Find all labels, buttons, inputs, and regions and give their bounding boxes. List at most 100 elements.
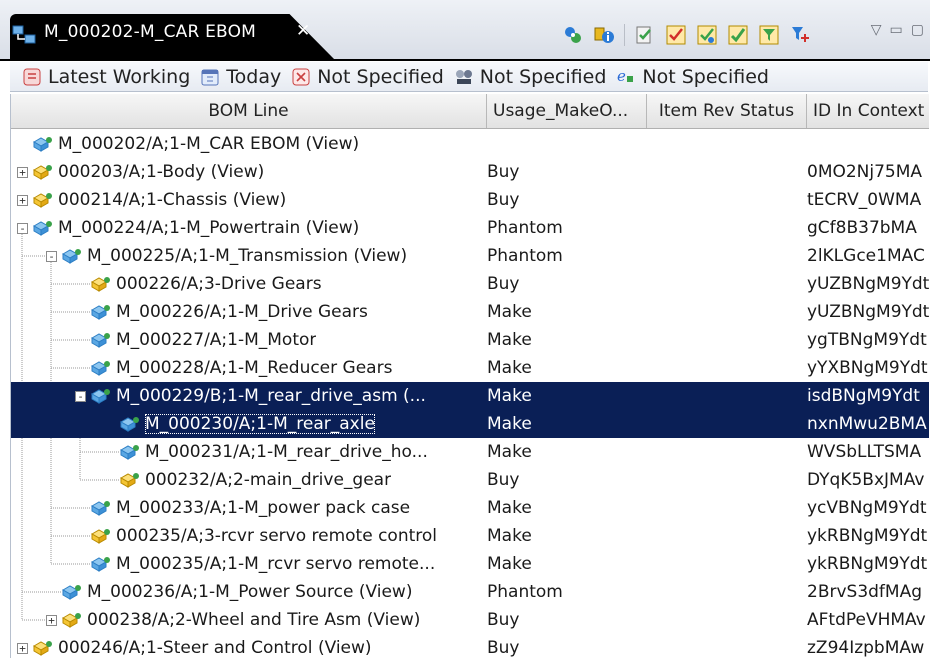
paste-icon[interactable] — [632, 22, 658, 48]
tree-filter-icon[interactable] — [787, 22, 813, 48]
id-in-context-cell: gCf8B37bMA — [807, 218, 917, 238]
approve-icon[interactable] — [694, 22, 720, 48]
bom-line-label: M_000230/A;1-M_rear_axle — [145, 414, 375, 434]
editor-tab-strip: M_000202-M_CAR EBOM ✕ ▽ ▭ ▢ — [0, 0, 930, 61]
usage-cell: Make — [487, 442, 532, 462]
id-in-context-cell: AFtdPeVHMAv — [807, 610, 926, 630]
table-row[interactable]: M_000227/A;1-M_Motor Make ygTBNgM9Ydt — [11, 326, 929, 354]
assembly-icon — [90, 386, 112, 406]
bom-line-cell: 000226/A;3-Drive Gears — [75, 270, 322, 298]
table-row[interactable]: M_000202/A;1-M_CAR EBOM (View) — [11, 130, 929, 158]
context-rule[interactable]: e Not Specified — [616, 66, 769, 88]
assembly-icon — [32, 218, 54, 238]
assembly-icon — [90, 358, 112, 378]
column-header-bom-line[interactable]: BOM Line — [11, 94, 487, 128]
table-row[interactable]: +000203/A;1-Body (View) Buy 0MO2Nj75MA — [11, 158, 929, 186]
id-in-context-cell: 0MO2Nj75MA — [807, 162, 923, 182]
unit-effectivity-label: Not Specified — [317, 65, 444, 88]
table-row[interactable]: 000226/A;3-Drive Gears Buy yUZBNgM9Ydt — [11, 270, 929, 298]
table-row[interactable]: M_000230/A;1-M_rear_axle Make nxnMwu2BMA — [11, 410, 929, 438]
bom-line-label: M_000227/A;1-M_Motor — [116, 330, 317, 350]
bom-table[interactable]: BOM Line Usage_MakeO... Item Rev Status … — [10, 94, 929, 658]
bom-line-cell: M_000226/A;1-M_Drive Gears — [75, 298, 368, 326]
bom-line-label: 000235/A;3-rcvr servo remote control — [116, 526, 438, 546]
table-row[interactable]: M_000231/A;1-M_rear_drive_ho... Make WVSbL… — [11, 438, 929, 466]
bom-line-cell: M_000236/A;1-M_Power Source (View) — [46, 578, 412, 606]
bom-line-label: M_000225/A;1-M_Transmission (View) — [87, 246, 408, 266]
info-icon[interactable] — [591, 22, 617, 48]
table-row[interactable]: - M_000224/A;1-M_Powertrain (View) Phantom… — [11, 214, 929, 242]
filter-icon[interactable] — [756, 22, 782, 48]
collapse-icon[interactable]: - — [46, 250, 57, 262]
unit-icon — [292, 68, 310, 85]
maximize-icon[interactable]: ▢ — [911, 22, 924, 38]
bom-line-label: 000226/A;3-Drive Gears — [116, 274, 322, 294]
bom-line-cell: - M_000229/B;1-M_rear_drive_asm (... — [75, 382, 426, 410]
date-icon — [201, 69, 219, 85]
bom-line-cell: 000235/A;3-rcvr servo remote control — [75, 522, 437, 550]
window-controls: ▽ ▭ ▢ — [871, 22, 924, 38]
bom-line-label: M_000236/A;1-M_Power Source (View) — [87, 582, 413, 602]
table-row[interactable]: - M_000229/B;1-M_rear_drive_asm (... Make i… — [11, 382, 929, 410]
tab-title: M_000202-M_CAR EBOM — [44, 22, 257, 42]
table-row[interactable]: +000246/A;1-Steer and Control (View) Buy z… — [11, 634, 929, 658]
usage-cell — [487, 130, 697, 158]
item-revision-icon — [32, 190, 54, 210]
table-row[interactable]: +000214/A;1-Chassis (View) Buy tECRV_0WMA — [11, 186, 929, 214]
assembly-icon — [90, 498, 112, 518]
usage-cell: Make — [487, 330, 532, 350]
column-header-id-in-context[interactable]: ID In Context — [807, 94, 929, 128]
table-row[interactable]: +000238/A;2-Wheel and Tire Asm (View) Buy… — [11, 606, 929, 634]
table-row[interactable]: M_000226/A;1-M_Drive Gears Make yUZBNgM9Yd… — [11, 298, 929, 326]
rule-icon — [23, 68, 41, 85]
collapse-icon[interactable]: - — [17, 222, 28, 234]
bom-line-cell: +000246/A;1-Steer and Control (View) — [17, 634, 372, 658]
usage-cell: Buy — [487, 610, 520, 630]
table-row[interactable]: M_000236/A;1-M_Power Source (View) Phanto… — [11, 578, 929, 606]
expand-icon[interactable]: + — [17, 166, 28, 178]
table-row[interactable]: M_000228/A;1-M_Reducer Gears Make yYXBNgM9… — [11, 354, 929, 382]
usage-cell: Make — [487, 526, 532, 546]
expand-icon[interactable]: + — [17, 642, 28, 654]
table-row[interactable]: 000235/A;3-rcvr servo remote control Make… — [11, 522, 929, 550]
variant-rule[interactable]: Not Specified — [454, 66, 606, 88]
variant-icon — [455, 69, 472, 84]
table-row[interactable]: - M_000225/A;1-M_Transmission (View) Phant… — [11, 242, 929, 270]
unit-effectivity[interactable]: Not Specified — [291, 66, 444, 88]
bom-rows: M_000202/A;1-M_CAR EBOM (View) +000203/A;… — [11, 130, 929, 658]
expand-icon[interactable]: + — [17, 194, 28, 206]
collapse-icon[interactable]: - — [75, 390, 86, 402]
column-header-usage[interactable]: Usage_MakeO... — [487, 94, 647, 128]
close-icon[interactable]: ✕ — [296, 21, 310, 41]
view-toolbar — [560, 22, 813, 48]
expand-icon[interactable]: + — [46, 614, 57, 626]
table-row[interactable]: M_000233/A;1-M_power pack case Make ycVBNg… — [11, 494, 929, 522]
view-menu-icon[interactable]: ▽ — [871, 22, 882, 38]
bom-line-label: M_000226/A;1-M_Drive Gears — [116, 302, 368, 322]
bom-line-label: 000203/A;1-Body (View) — [58, 162, 265, 182]
item-revision-icon — [90, 526, 112, 546]
table-row[interactable]: 000232/A;2-main_drive_gear Buy DYqK5BxJMAv — [11, 466, 929, 494]
bom-line-cell: +000214/A;1-Chassis (View) — [17, 186, 286, 214]
bom-line-cell: 000232/A;2-main_drive_gear — [104, 466, 391, 494]
usage-cell: Buy — [487, 274, 520, 294]
column-header-item-rev-status[interactable]: Item Rev Status — [647, 94, 807, 128]
minimize-icon[interactable]: ▭ — [890, 22, 903, 38]
assembly-icon — [32, 134, 54, 154]
usage-cell: Make — [487, 554, 532, 574]
assembly-icon — [61, 582, 83, 602]
bom-line-cell: M_000235/A;1-M_rcvr servo remote... — [75, 550, 435, 578]
check-icon[interactable] — [663, 22, 689, 48]
id-in-context-cell: yUZBNgM9Ydt — [807, 302, 929, 322]
bom-line-cell: +000203/A;1-Body (View) — [17, 158, 264, 186]
accept-icon[interactable] — [725, 22, 751, 48]
bom-line-label: M_000202/A;1-M_CAR EBOM (View) — [58, 134, 360, 154]
usage-cell: Buy — [487, 190, 520, 210]
context-icon: e — [617, 67, 634, 85]
assembly-icon — [119, 442, 141, 462]
table-row[interactable]: M_000235/A;1-M_rcvr servo remote... Make y… — [11, 550, 929, 578]
effectivity-date[interactable]: Today — [200, 66, 281, 88]
structure-icon[interactable] — [560, 22, 586, 48]
usage-cell: Make — [487, 498, 532, 518]
revision-rule[interactable]: Latest Working — [22, 66, 190, 88]
